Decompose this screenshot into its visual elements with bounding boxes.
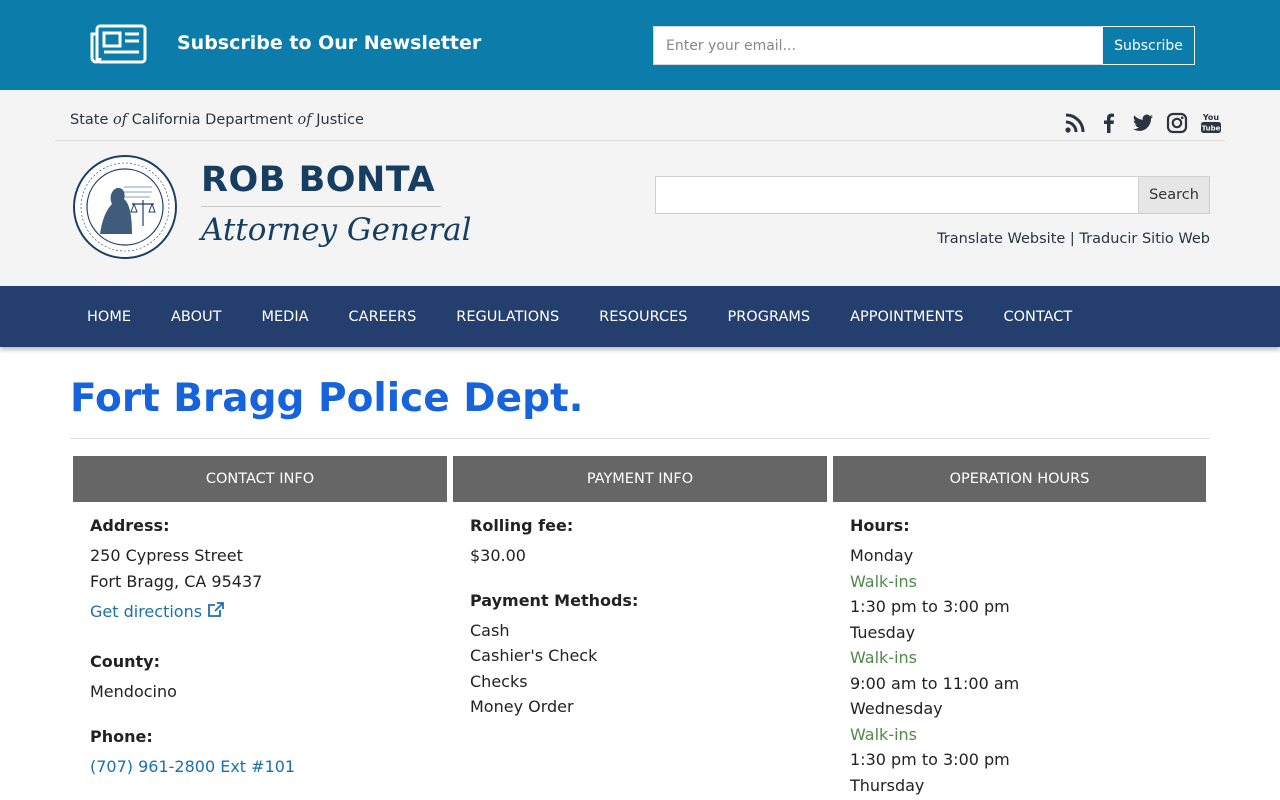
get-directions-text: Get directions — [90, 602, 203, 621]
translate-separator: | — [1069, 231, 1075, 247]
name-divider — [201, 206, 441, 207]
state-text: California Department — [127, 112, 298, 128]
contact-info-column: Address: 250 Cypress Street Fort Bragg, … — [90, 516, 430, 780]
newspaper-icon — [90, 24, 147, 64]
hours-day: Thursday — [850, 775, 925, 795]
phone-label: Phone: — [90, 727, 153, 746]
instagram-icon[interactable] — [1166, 112, 1188, 134]
external-link-icon — [207, 602, 225, 621]
nav-item-resources[interactable]: RESOURCES — [579, 286, 707, 347]
payment-methods-label: Payment Methods: — [470, 590, 639, 610]
page-title: Fort Bragg Police Dept. — [70, 376, 584, 421]
hours-day: Monday — [850, 546, 914, 565]
search-button[interactable]: Search — [1138, 176, 1210, 214]
translate-website-link[interactable]: Translate Website — [937, 231, 1065, 247]
hours-time: 1:30 pm to 3:00 pm — [850, 597, 1010, 616]
payment-method: Money Order — [470, 697, 574, 716]
site-header: State of California Department of Justic… — [0, 90, 1280, 286]
attorney-general-name[interactable]: ROB BONTA — [201, 160, 435, 200]
header-divider — [55, 140, 1225, 141]
address-line: Fort Bragg, CA 95437 — [90, 571, 263, 591]
payment-method: Checks — [470, 671, 528, 691]
nav-item-media[interactable]: MEDIA — [242, 286, 329, 347]
operation-hours-header: OPERATION HOURS — [833, 456, 1206, 502]
youtube-icon[interactable]: Tube You — [1200, 112, 1222, 134]
state-text: State — [70, 112, 113, 128]
hours-time: 1:30 pm to 3:00 pm — [850, 750, 1010, 769]
nav-item-contact[interactable]: CONTACT — [983, 286, 1092, 347]
social-links: Tube You — [1064, 112, 1222, 134]
state-of-text: of — [113, 112, 128, 128]
attorney-general-title[interactable]: Attorney General — [201, 212, 472, 248]
main-nav: HOME ABOUT MEDIA CAREERS REGULATIONS RES… — [0, 286, 1280, 347]
nav-item-appointments[interactable]: APPOINTMENTS — [830, 286, 983, 347]
twitter-icon[interactable] — [1132, 112, 1154, 134]
title-divider — [70, 438, 1210, 439]
payment-method: Cashier's Check — [470, 646, 598, 665]
payment-method: Cash — [470, 620, 510, 640]
hours-type: Walk-ins — [850, 571, 918, 591]
rolling-fee-label: Rolling fee: — [470, 516, 574, 535]
hours-label: Hours: — [850, 516, 910, 535]
hours-time: 9:00 am to 11:00 am — [850, 673, 1020, 693]
facebook-icon[interactable] — [1098, 112, 1120, 134]
phone-link[interactable]: (707) 961-2800 Ext #101 — [90, 754, 295, 780]
get-directions-link[interactable]: Get directions — [90, 599, 225, 625]
nav-item-careers[interactable]: CAREERS — [329, 286, 437, 347]
operation-hours-column: Hours: Monday Walk-ins 1:30 pm to 3:00 p… — [850, 516, 1190, 798]
rolling-fee-value: $30.00 — [470, 546, 526, 565]
payment-info-column: Rolling fee: $30.00 Payment Methods: Cas… — [470, 516, 810, 720]
translate-links: Translate Website | Traducir Sitio Web — [937, 231, 1210, 247]
subscribe-button[interactable]: Subscribe — [1102, 26, 1195, 65]
newsletter-email-input[interactable] — [653, 26, 1103, 65]
svg-text:You: You — [1202, 113, 1220, 122]
county-label: County: — [90, 651, 160, 671]
hours-type: Walk-ins — [850, 648, 918, 667]
hours-day: Wednesday — [850, 699, 943, 718]
hours-day: Tuesday — [850, 622, 916, 642]
nav-item-home[interactable]: HOME — [67, 286, 151, 347]
address-label: Address: — [90, 516, 170, 535]
rss-icon[interactable] — [1064, 112, 1086, 134]
site-search-input[interactable] — [655, 176, 1139, 214]
traducir-sitio-web-link[interactable]: Traducir Sitio Web — [1079, 231, 1210, 247]
nav-item-about[interactable]: ABOUT — [151, 286, 242, 347]
county-value: Mendocino — [90, 681, 177, 701]
nav-item-programs[interactable]: PROGRAMS — [707, 286, 830, 347]
newsletter-title: Subscribe to Our Newsletter — [177, 32, 482, 54]
payment-info-header: PAYMENT INFO — [453, 456, 827, 502]
department-line: State of California Department of Justic… — [70, 112, 364, 128]
svg-text:Tube: Tube — [1202, 125, 1221, 133]
newsletter-bar: Subscribe to Our Newsletter Subscribe — [0, 0, 1280, 90]
attorney-general-seal-logo[interactable] — [72, 154, 178, 260]
state-of-text: of — [297, 112, 312, 128]
contact-info-header: CONTACT INFO — [73, 456, 447, 502]
nav-item-regulations[interactable]: REGULATIONS — [436, 286, 579, 347]
address-line: 250 Cypress Street — [90, 546, 243, 565]
hours-type: Walk-ins — [850, 724, 918, 744]
state-text: Justice — [311, 112, 364, 128]
